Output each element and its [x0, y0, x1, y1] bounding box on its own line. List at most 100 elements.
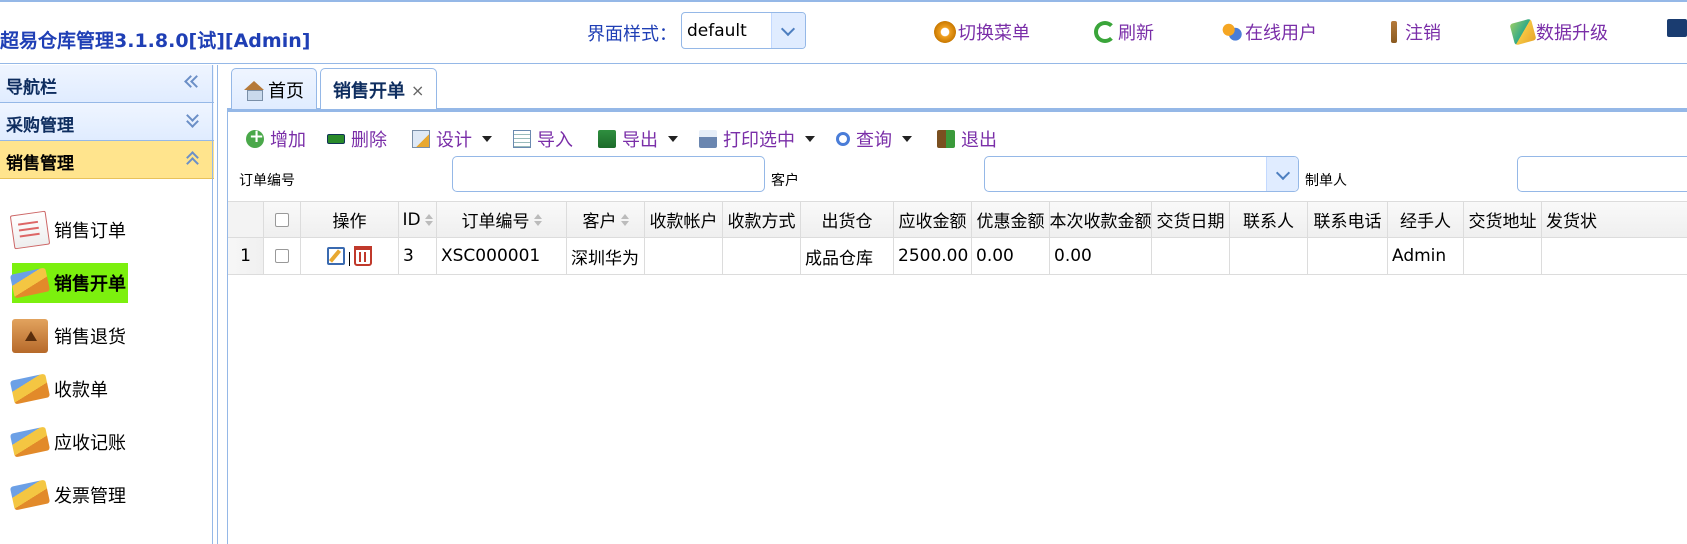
row-select-cell[interactable] [264, 238, 301, 274]
trash-icon[interactable] [354, 246, 372, 266]
nav-panel-header[interactable]: 导航栏 [0, 65, 214, 103]
close-icon[interactable]: × [411, 81, 424, 100]
select-all-cell[interactable] [264, 202, 301, 237]
books-icon [9, 373, 51, 405]
panel-sales[interactable]: 销售管理 [0, 141, 214, 179]
exit-label: 退出 [961, 130, 997, 151]
style-label: 界面样式： [587, 24, 677, 45]
sidebar: 导航栏 采购管理 销售管理 销售订单 销售开单 销售退货 收款单 应收记账 发票… [0, 65, 218, 544]
query-dropdown-icon[interactable] [902, 136, 912, 142]
col-header: 交货地址 [1464, 202, 1542, 237]
cell-handler: Admin [1388, 238, 1464, 274]
import-label: 导入 [537, 130, 573, 151]
sort-icon [533, 213, 542, 226]
col-header: 应收金额 [894, 202, 972, 237]
col-header: 操作 [301, 202, 399, 237]
delete-button[interactable]: 删除 [327, 126, 387, 152]
export-dropdown-icon[interactable] [668, 136, 678, 142]
col-header: 收款帐户 [645, 202, 723, 237]
cell-customer: 深圳华为 [567, 238, 645, 274]
export-button[interactable]: 导出 [598, 126, 678, 152]
design-button[interactable]: 设计 [412, 126, 492, 152]
main-content: 增加 删除 设计 导入 导出 打印选中 查询 [227, 109, 1687, 544]
refresh-icon [1094, 21, 1116, 43]
row-number: 1 [228, 238, 264, 274]
exit-button[interactable]: 退出 [937, 126, 997, 152]
row-checkbox[interactable] [275, 249, 289, 263]
sidebar-item-invoice[interactable]: 发票管理 [9, 475, 126, 515]
row-actions [301, 238, 399, 274]
logout-label: 注销 [1405, 23, 1441, 44]
export-icon [598, 130, 616, 148]
cell-order-no: XSC000001 [437, 238, 567, 274]
cell-received: 0.00 [1050, 238, 1152, 274]
users-icon [1221, 21, 1243, 43]
expand-down-icon[interactable] [186, 111, 200, 131]
rownum-header [228, 202, 264, 237]
query-button[interactable]: 查询 [836, 126, 912, 152]
books-icon [9, 426, 51, 458]
grid-header: 操作 ID 订单编号 客户 收款帐户 收款方式 出货仓 应收金额 优惠金额 本次… [228, 201, 1687, 238]
table-row[interactable]: 1 3 XSC000001 深圳华为 成品仓库 2500.00 0.00 0.0… [228, 238, 1687, 275]
style-select-arrow[interactable] [771, 13, 805, 48]
style-select[interactable]: default [681, 12, 806, 49]
edit-icon[interactable] [327, 247, 345, 265]
order-doc-icon [9, 210, 51, 250]
cell-receivable: 2500.00 [894, 238, 972, 274]
cell-contact [1230, 238, 1308, 274]
collapse-left-icon[interactable] [186, 73, 200, 93]
sidebar-item-sales-return[interactable]: 销售退货 [12, 316, 126, 356]
books-icon [9, 479, 51, 511]
customer-combo-arrow[interactable] [1266, 157, 1298, 191]
logout-link[interactable]: 注销 [1383, 19, 1441, 45]
refresh-link[interactable]: 刷新 [1094, 19, 1154, 45]
chevron-down-icon [780, 21, 796, 37]
monitor-link[interactable] [1667, 19, 1687, 37]
sidebar-item-receipt[interactable]: 收款单 [9, 369, 108, 409]
panel-purchase[interactable]: 采购管理 [0, 103, 214, 141]
maker-input[interactable] [1517, 156, 1687, 192]
data-upgrade-link[interactable]: 数据升级 [1509, 18, 1608, 46]
import-button[interactable]: 导入 [513, 126, 573, 152]
col-header: 联系电话 [1308, 202, 1388, 237]
design-icon [412, 130, 430, 148]
sort-icon [424, 213, 433, 226]
sidebar-item-receivable[interactable]: 应收记账 [9, 422, 126, 462]
sidebar-item-sales-billing[interactable]: 销售开单 [9, 263, 128, 303]
print-selected-button[interactable]: 打印选中 [699, 126, 815, 152]
col-header: 本次收款金额 [1050, 202, 1152, 237]
query-label: 查询 [856, 130, 892, 151]
select-all-checkbox[interactable] [275, 212, 289, 227]
style-select-value: default [687, 21, 747, 41]
col-header-customer[interactable]: 客户 [567, 202, 645, 237]
col-header: 经手人 [1388, 202, 1464, 237]
search-icon [836, 132, 850, 146]
switch-menu-link[interactable]: 切换菜单 [934, 19, 1030, 45]
data-upgrade-label: 数据升级 [1536, 23, 1608, 44]
col-header: 出货仓 [801, 202, 894, 237]
app-title: 超易仓库管理3.1.8.0[试][Admin] [0, 30, 311, 52]
order-no-label: 订单编号 [239, 173, 295, 189]
gear-icon [934, 21, 956, 43]
col-header: 发货状 [1546, 212, 1597, 232]
add-button[interactable]: 增加 [246, 126, 306, 152]
sidebar-item-label: 发票管理 [54, 486, 126, 507]
col-header-order-no[interactable]: 订单编号 [437, 202, 567, 237]
panel-purchase-label: 采购管理 [6, 116, 74, 136]
tab-home[interactable]: 首页 [231, 68, 317, 110]
return-box-icon [12, 319, 48, 353]
print-dropdown-icon[interactable] [805, 136, 815, 142]
sidebar-item-sales-order[interactable]: 销售订单 [9, 210, 126, 250]
customer-combo[interactable] [984, 156, 1299, 192]
collapse-up-icon[interactable] [186, 149, 200, 169]
tab-sales-billing[interactable]: 销售开单 × [320, 68, 438, 111]
printer-icon [699, 130, 717, 148]
refresh-label: 刷新 [1118, 23, 1154, 44]
design-dropdown-icon[interactable] [482, 136, 492, 142]
add-icon [246, 126, 264, 148]
order-no-input[interactable] [452, 156, 765, 192]
col-header-id[interactable]: ID [399, 202, 437, 237]
toolbar: 增加 删除 设计 导入 导出 打印选中 查询 [228, 112, 1687, 162]
add-label: 增加 [270, 130, 306, 151]
online-users-link[interactable]: 在线用户 [1221, 19, 1317, 45]
